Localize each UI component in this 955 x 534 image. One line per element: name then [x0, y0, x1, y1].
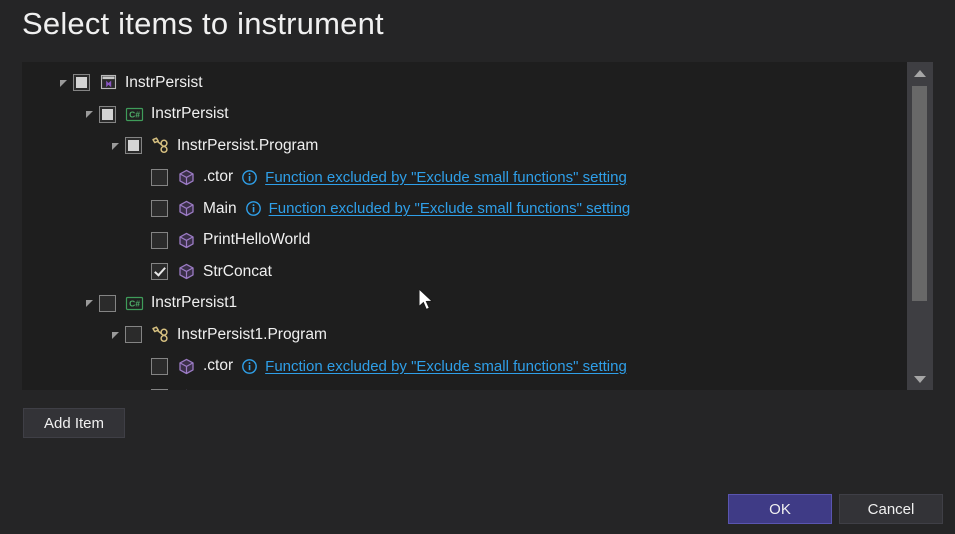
tree-row-checkbox[interactable] — [151, 231, 168, 249]
expander-placeholder — [134, 264, 150, 280]
expander-triangle-icon[interactable] — [108, 138, 124, 154]
exclusion-reason-link[interactable]: Function excluded by "Exclude small func… — [265, 169, 627, 186]
tree-row-label: InstrPersist1 — [151, 294, 238, 312]
tree-row[interactable]: .ctor Function excluded by "Exclude small… — [22, 162, 907, 194]
tree-rows: InstrPersist C# InstrPersist InstrPersist.P… — [22, 67, 907, 390]
tree-row-checkbox[interactable] — [99, 294, 116, 312]
tree-row-checkbox[interactable] — [125, 137, 142, 155]
tree-row-checkbox[interactable] — [125, 326, 142, 344]
expander-triangle-icon[interactable] — [82, 295, 98, 311]
class-icon — [151, 325, 170, 344]
tree-row[interactable]: C# InstrPersist1 — [22, 288, 907, 320]
tree-row[interactable]: PrintHelloWorld — [22, 225, 907, 257]
info-icon — [241, 358, 258, 375]
tree-vertical-scrollbar[interactable] — [907, 62, 933, 390]
tree-row[interactable] — [22, 382, 907, 390]
tree-row[interactable]: InstrPersist — [22, 67, 907, 99]
tree-viewport: InstrPersist C# InstrPersist InstrPersist.P… — [22, 62, 907, 390]
method-cube-icon — [177, 168, 196, 187]
method-cube-icon — [177, 199, 196, 218]
svg-text:C#: C# — [129, 298, 140, 308]
info-icon — [211, 389, 228, 390]
tree-row-label: InstrPersist1.Program — [177, 325, 327, 343]
method-cube-icon — [177, 262, 196, 281]
tree-row-checkbox[interactable] — [151, 168, 168, 186]
tree-row-label: PrintHelloWorld — [203, 231, 311, 249]
page-title: Select items to instrument — [22, 6, 384, 41]
tree-row-checkbox[interactable] — [73, 74, 90, 92]
class-icon — [151, 136, 170, 155]
expander-placeholder — [134, 358, 150, 374]
tree-row-label: .ctor — [203, 357, 234, 375]
scroll-down-arrow-icon[interactable] — [907, 368, 933, 390]
visual-studio-solution-icon — [99, 73, 118, 92]
tree-row-label: StrConcat — [203, 262, 272, 280]
tree-row-checkbox[interactable] — [99, 105, 116, 123]
tree-row-checkbox[interactable] — [151, 200, 168, 218]
method-cube-icon — [177, 231, 196, 250]
tree-row-label: Main — [203, 199, 237, 217]
tree-row[interactable]: InstrPersist.Program — [22, 130, 907, 162]
scrollbar-thumb[interactable] — [912, 86, 927, 301]
csharp-project-icon: C# — [125, 105, 144, 124]
instrumentation-tree-panel: InstrPersist C# InstrPersist InstrPersist.P… — [22, 62, 933, 390]
info-icon — [245, 200, 262, 217]
svg-text:C#: C# — [129, 109, 140, 119]
expander-placeholder — [134, 169, 150, 185]
tree-row-label: InstrPersist — [151, 105, 229, 123]
exclusion-reason-link[interactable]: Function excluded by "Exclude small func… — [269, 200, 631, 217]
method-cube-icon — [177, 388, 196, 390]
tree-row[interactable]: .ctor Function excluded by "Exclude small… — [22, 351, 907, 383]
tree-row-label: InstrPersist.Program — [177, 136, 319, 154]
tree-row-label: .ctor — [203, 168, 234, 186]
tree-row[interactable]: InstrPersist1.Program — [22, 319, 907, 351]
method-cube-icon — [177, 357, 196, 376]
expander-placeholder — [134, 232, 150, 248]
tree-row[interactable]: Main Function excluded by "Exclude small … — [22, 193, 907, 225]
tree-row[interactable]: StrConcat — [22, 256, 907, 288]
tree-row-checkbox[interactable] — [151, 357, 168, 375]
expander-triangle-icon[interactable] — [108, 327, 124, 343]
exclusion-reason-link[interactable]: Function excluded by "Exclude small func… — [265, 358, 627, 375]
info-icon — [241, 169, 258, 186]
tree-row[interactable]: C# InstrPersist — [22, 99, 907, 131]
ok-button[interactable]: OK — [728, 494, 832, 524]
add-item-button[interactable]: Add Item — [23, 408, 125, 438]
scroll-up-arrow-icon[interactable] — [907, 62, 933, 84]
cancel-button[interactable]: Cancel — [839, 494, 943, 524]
tree-row-checkbox[interactable] — [151, 389, 168, 390]
csharp-project-icon: C# — [125, 294, 144, 313]
expander-placeholder — [134, 201, 150, 217]
tree-row-label: InstrPersist — [125, 73, 203, 91]
expander-triangle-icon[interactable] — [82, 106, 98, 122]
expander-triangle-icon[interactable] — [56, 75, 72, 91]
tree-row-checkbox[interactable] — [151, 263, 168, 281]
